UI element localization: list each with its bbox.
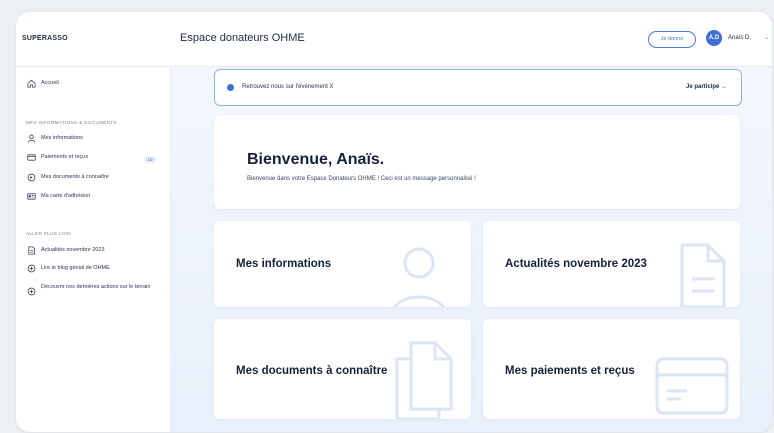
document-icon [26, 173, 36, 183]
user-icon [26, 134, 36, 144]
sidebar-item-actions[interactable]: Découvrir nos dernières actions sur le t… [26, 283, 166, 297]
sidebar: Accueil MES INFORMATIONS & DOCUMENTS Mes… [16, 67, 171, 432]
home-icon [26, 79, 36, 89]
page-title: Espace donateurs OHME [180, 32, 305, 44]
card-icon [26, 153, 36, 163]
card-documents[interactable]: Mes documents à connaître [214, 319, 471, 419]
sidebar-item-payments[interactable]: Paiements et reçus [26, 153, 88, 163]
sidebar-item-news[interactable]: Actualités novembre 2023 [26, 246, 105, 256]
welcome-card: Bienvenue, Anaïs. Bienvenue dans votre E… [214, 115, 740, 209]
chevron-down-icon[interactable]: ⌄ [764, 34, 769, 41]
user-name[interactable]: Anaïs D. [728, 35, 751, 41]
top-bar: SUPERASSO Espace donateurs OHME Je donne… [16, 12, 772, 67]
sidebar-item-label: Accueil [41, 80, 59, 86]
card-title: Mes paiements et reçus [505, 365, 635, 377]
payments-badge: 10 [144, 156, 156, 163]
donate-button[interactable]: Je donne [648, 31, 696, 48]
user-icon [393, 247, 445, 307]
sidebar-item-home[interactable]: Accueil [26, 79, 59, 89]
card-title: Mes informations [236, 258, 332, 270]
sidebar-item-label: Mes informations [41, 135, 83, 141]
card-title: Mes documents à connaître [236, 365, 388, 377]
sidebar-item-documents[interactable]: Mes documents à connaître [26, 173, 109, 183]
sidebar-item-membership-card[interactable]: Ma carte d'adhésion [26, 192, 90, 202]
app-window: SUPERASSO Espace donateurs OHME Je donne… [16, 12, 772, 432]
news-icon [26, 246, 36, 256]
id-card-icon [26, 192, 36, 202]
document-icon [680, 243, 726, 307]
section-title-documents: MES INFORMATIONS & DOCUMENTS [26, 120, 117, 125]
plus-circle-icon [26, 264, 36, 274]
event-banner: Retrouvez nous sur l'événement X Je part… [214, 69, 742, 106]
sidebar-item-label: Paiements et reçus [41, 154, 89, 160]
welcome-subtitle: Bienvenue dans votre Espace Donateurs OH… [247, 176, 476, 182]
plus-circle-icon [26, 287, 36, 297]
card-icon [655, 357, 729, 415]
brand-logo[interactable]: SUPERASSO [22, 35, 68, 42]
sidebar-item-blog[interactable]: Lire le blog génial de OHME [26, 264, 110, 274]
card-news[interactable]: Actualités novembre 2023 [483, 221, 740, 307]
section-title-more: ALLER PLUS LOIN [26, 231, 72, 236]
sidebar-item-label: Actualités novembre 2023 [41, 247, 105, 253]
sidebar-item-label: Ma carte d'adhésion [41, 193, 91, 199]
card-payments[interactable]: Mes paiements et reçus [483, 319, 740, 419]
main-content: Retrouvez nous sur l'événement X Je part… [171, 67, 772, 432]
welcome-title: Bienvenue, Anaïs. [247, 151, 385, 168]
card-informations[interactable]: Mes informations [214, 221, 471, 307]
sidebar-item-label: Découvrir nos dernières actions sur le t… [41, 284, 151, 290]
avatar[interactable]: A.D [706, 30, 722, 46]
sidebar-item-label: Lire le blog génial de OHME [41, 265, 110, 271]
card-title: Actualités novembre 2023 [505, 258, 647, 270]
sidebar-item-label: Mes documents à connaître [41, 174, 109, 180]
participate-link[interactable]: Je participe → [686, 84, 727, 90]
info-icon [227, 84, 234, 91]
sidebar-item-informations[interactable]: Mes informations [26, 134, 83, 144]
documents-icon [395, 341, 453, 419]
banner-message: Retrouvez nous sur l'événement X [242, 84, 334, 90]
